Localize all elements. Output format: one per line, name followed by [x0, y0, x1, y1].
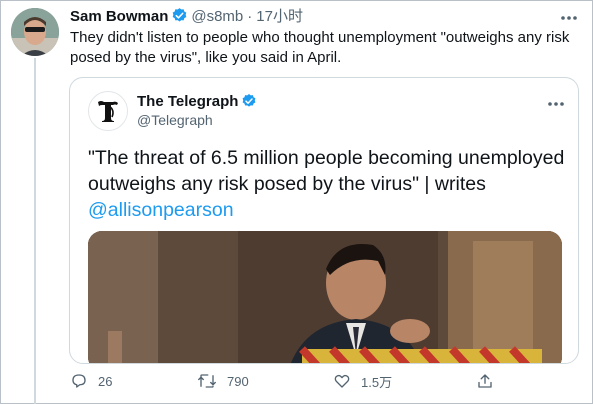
verified-badge-icon — [171, 7, 188, 30]
quoted-author-name-text: The Telegraph — [137, 93, 239, 110]
thread-line — [34, 58, 36, 404]
telegraph-logo-icon — [88, 91, 128, 131]
like-icon — [334, 374, 350, 388]
quoted-mention-link[interactable]: @allisonpearson — [88, 199, 234, 221]
author-handle[interactable]: @s8mb — [191, 8, 243, 25]
quoted-photo[interactable] — [88, 231, 562, 363]
tweet-time[interactable]: 17小时 — [256, 8, 303, 25]
retweet-button[interactable]: 790 — [197, 366, 249, 396]
reply-count: 26 — [98, 373, 113, 389]
tweet-header: Sam Bowman @s8mb · 17小时 — [70, 7, 303, 30]
like-count: 1.5万 — [361, 374, 393, 390]
more-options-icon[interactable] — [560, 12, 578, 22]
author-avatar[interactable] — [11, 8, 59, 56]
verified-badge-icon — [241, 93, 257, 114]
quoted-text-body: "The threat of 6.5 million people becomi… — [88, 147, 565, 195]
share-icon — [478, 374, 492, 388]
quoted-author-handle: @Telegraph — [137, 112, 213, 128]
share-button[interactable] — [476, 366, 504, 396]
reply-button[interactable]: 26 — [70, 366, 112, 396]
reply-icon — [72, 374, 86, 388]
quoted-more-options-icon[interactable] — [547, 98, 565, 108]
retweet-count: 790 — [227, 373, 249, 389]
tweet-actions: 26 790 1.5万 — [70, 366, 510, 396]
header-separator: · — [247, 8, 253, 25]
quoted-tweet[interactable]: The Telegraph @Telegraph "The threat of … — [69, 77, 579, 364]
author-name[interactable]: Sam Bowman — [70, 8, 168, 25]
quoted-tweet-text: "The threat of 6.5 million people becomi… — [88, 145, 568, 223]
like-button[interactable]: 1.5万 — [333, 366, 392, 396]
tweet-text: They didn't listen to people who thought… — [70, 29, 570, 66]
retweet-icon — [198, 374, 216, 388]
